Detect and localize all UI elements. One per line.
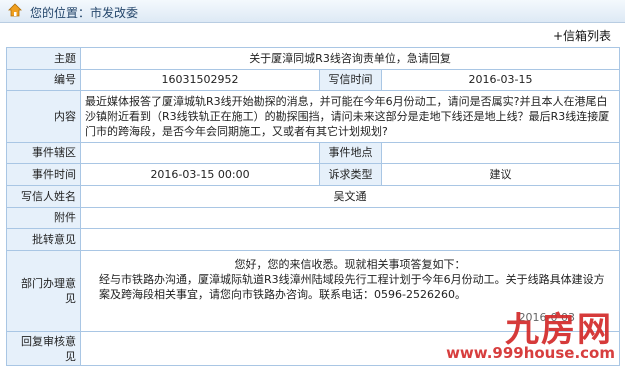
row-review: 回复审核意见	[6, 331, 621, 366]
value-dept-opinion: 您好，您的来信收悉。现就相关事项答复如下： 经与市铁路办沟通，厦漳城际轨道R3线…	[79, 249, 621, 333]
row-attachment: 附件	[6, 206, 621, 230]
row-dept-opinion: 部门办理意见 您好，您的来信收悉。现就相关事项答复如下： 经与市铁路办沟通，厦漳…	[6, 249, 621, 333]
row-jurisdiction: 事件辖区 事件地点	[6, 141, 621, 165]
home-icon[interactable]	[8, 3, 22, 17]
row-approval: 批转意见	[6, 228, 621, 251]
breadcrumb: 您的位置：市发改委	[30, 6, 139, 20]
label-writer: 写信人姓名	[6, 184, 81, 208]
label-appeal-type: 诉求类型	[319, 163, 382, 186]
value-appeal-type: 建议	[380, 163, 621, 186]
row-content: 内容 最近媒体报答了厦漳城轨R3线开始勘探的消息，并可能在今年6月份动工，请问是…	[6, 90, 621, 143]
value-approval	[79, 228, 621, 251]
row-writer: 写信人姓名 吴文通	[6, 184, 621, 208]
value-content: 最近媒体报答了厦漳城轨R3线开始勘探的消息，并可能在今年6月份动工，请问是否属实…	[79, 90, 621, 143]
value-subject: 关于厦漳同城R3线咨询责单位，急请回复	[79, 47, 621, 70]
label-attachment: 附件	[6, 206, 81, 230]
label-event-time: 事件时间	[6, 163, 81, 186]
reply-greeting: 您好，您的来信收悉。现就相关事项答复如下：	[234, 257, 466, 271]
value-attachment	[79, 206, 621, 230]
label-content: 内容	[6, 90, 81, 143]
value-location	[380, 141, 621, 165]
value-number: 16031502952	[80, 68, 320, 92]
row-number: 编号 16031502952 写信时间 2016-03-15	[6, 68, 621, 92]
label-number: 编号	[6, 68, 81, 92]
label-write-time: 写信时间	[319, 68, 382, 92]
value-jurisdiction	[80, 141, 320, 165]
label-jurisdiction: 事件辖区	[6, 141, 81, 165]
reply-body: 经与市铁路办沟通，厦漳城际轨道R3线漳州陆域段先行工程计划于今年6月份动工。关于…	[99, 272, 605, 301]
label-approval: 批转意见	[6, 228, 81, 251]
label-subject: 主题	[6, 47, 81, 70]
label-dept-opinion: 部门办理意见	[6, 249, 81, 333]
reply-date: 2016-0 03	[518, 310, 576, 324]
location-bar: 您的位置：市发改委	[0, 0, 625, 23]
row-subject: 主题 关于厦漳同城R3线咨询责单位，急请回复	[6, 47, 621, 70]
value-write-time: 2016-03-15	[380, 68, 621, 92]
value-review	[79, 331, 621, 366]
label-review: 回复审核意见	[6, 331, 81, 366]
letter-detail-table: 主题 关于厦漳同城R3线咨询责单位，急请回复 编号 16031502952 写信…	[6, 47, 621, 366]
row-event-time: 事件时间 2016-03-15 00:00 诉求类型 建议	[6, 163, 621, 186]
label-location: 事件地点	[319, 141, 382, 165]
value-writer: 吴文通	[79, 184, 621, 208]
value-event-time: 2016-03-15 00:00	[80, 163, 320, 186]
mailbox-list-link[interactable]: +信箱列表	[553, 27, 611, 44]
